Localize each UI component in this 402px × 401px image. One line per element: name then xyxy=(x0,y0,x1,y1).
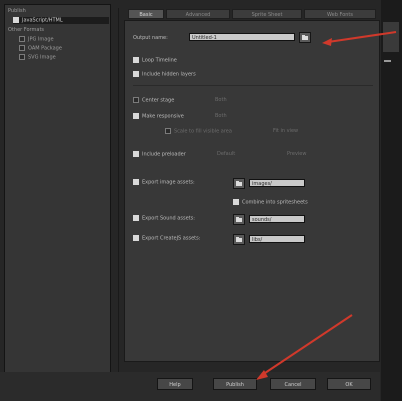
annotation-arrow-bottom xyxy=(261,314,353,376)
annotation-arrowhead-top xyxy=(322,38,332,46)
annotation-arrow-top xyxy=(327,31,397,43)
annotation-arrows xyxy=(256,31,397,380)
